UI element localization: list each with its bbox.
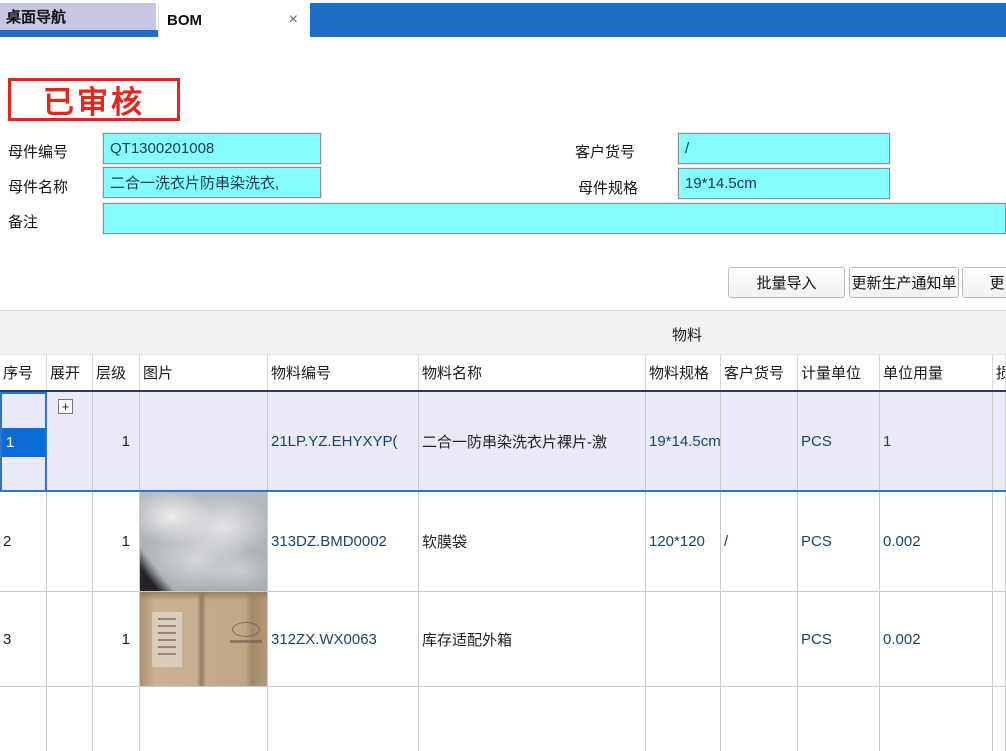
table-row: 1 + 1 21LP.YZ.EHYXYP( 二合一防串染洗衣片裸片-激 19*1… [0, 390, 1006, 492]
row2-unit-cell[interactable]: PCS [798, 492, 880, 592]
parent-name-label: 母件名称 [8, 176, 68, 197]
row3-level-cell[interactable]: 1 [93, 592, 140, 687]
row1-spec-cell[interactable]: 19*14.5cm [646, 392, 721, 490]
col-header-customer[interactable]: 客户货号 [721, 355, 798, 390]
row3-unit-cell[interactable]: PCS [798, 592, 880, 687]
tab-bom[interactable]: BOM × [158, 3, 310, 37]
col-header-spec[interactable]: 物料规格 [646, 355, 721, 390]
parent-spec-field[interactable]: 19*14.5cm [678, 168, 890, 199]
row1-image-cell[interactable] [140, 392, 268, 490]
approved-stamp: 已审核 [8, 78, 180, 121]
col-header-unit[interactable]: 计量单位 [798, 355, 880, 390]
row2-image-cell[interactable] [140, 492, 268, 592]
materials-group-header: 物料 [0, 310, 1006, 355]
row3-seq-cell[interactable]: 3 [0, 592, 47, 687]
empty-row [0, 687, 1006, 751]
row2-expand-cell[interactable] [47, 492, 93, 592]
row3-name-cell[interactable]: 库存适配外箱 [419, 592, 646, 687]
tab-desktop-navigation-label: 桌面导航 [6, 6, 66, 27]
row3-loss-cell[interactable] [993, 592, 1006, 687]
remark-field[interactable] [103, 203, 1006, 234]
row3-usage-cell[interactable]: 0.002 [880, 592, 993, 687]
close-icon[interactable]: × [289, 11, 298, 29]
row3-code-cell[interactable]: 312ZX.WX0063 [268, 592, 419, 687]
row4-expand-cell[interactable] [47, 687, 93, 751]
col-header-name[interactable]: 物料名称 [419, 355, 646, 390]
row3-expand-cell[interactable] [47, 592, 93, 687]
col-header-seq[interactable]: 序号 [0, 355, 47, 390]
customer-item-label: 客户货号 [575, 141, 635, 162]
row3-image-cell[interactable] [140, 592, 268, 687]
row3-customer-cell[interactable] [721, 592, 798, 687]
batch-import-button[interactable]: 批量导入 [728, 267, 845, 298]
row2-level-cell[interactable]: 1 [93, 492, 140, 592]
row1-seq-cell[interactable]: 1 [0, 392, 47, 490]
customer-item-field[interactable]: / [678, 133, 890, 164]
col-header-expand[interactable]: 展开 [47, 355, 93, 390]
row1-selected-seq: 1 [2, 428, 45, 457]
row2-loss-cell[interactable] [993, 492, 1006, 592]
row4-loss-cell[interactable] [993, 687, 1006, 751]
update-production-notice-button[interactable]: 更新生产通知单 [849, 267, 959, 298]
parent-code-field[interactable]: QT1300201008 [103, 133, 321, 164]
row2-seq-cell[interactable]: 2 [0, 492, 47, 592]
expand-plus-icon[interactable]: + [58, 399, 73, 414]
row4-level-cell[interactable] [93, 687, 140, 751]
col-header-level[interactable]: 层级 [93, 355, 140, 390]
row1-code-cell[interactable]: 21LP.YZ.EHYXYP( [268, 392, 419, 490]
row4-name-cell[interactable] [419, 687, 646, 751]
row4-usage-cell[interactable] [880, 687, 993, 751]
materials-grid: 物料 序号 展开 层级 图片 物料编号 物料名称 物料规格 客户货号 计量单位 … [0, 310, 1006, 751]
row2-spec-cell[interactable]: 120*120 [646, 492, 721, 592]
row2-customer-cell[interactable]: / [721, 492, 798, 592]
row1-loss-cell[interactable] [993, 392, 1006, 490]
approved-stamp-text: 已审核 [43, 77, 145, 122]
row2-name-cell[interactable]: 软膜袋 [419, 492, 646, 592]
parent-spec-label: 母件规格 [578, 177, 638, 198]
row1-usage-cell[interactable]: 1 [880, 392, 993, 490]
row4-spec-cell[interactable] [646, 687, 721, 751]
col-header-usage[interactable]: 单位用量 [880, 355, 993, 390]
row4-seq-cell[interactable] [0, 687, 47, 751]
row2-usage-cell[interactable]: 0.002 [880, 492, 993, 592]
row4-customer-cell[interactable] [721, 687, 798, 751]
col-header-image[interactable]: 图片 [140, 355, 268, 390]
tabbar-accent-fill [310, 3, 1006, 37]
row1-unit-cell[interactable]: PCS [798, 392, 880, 490]
row2-code-cell[interactable]: 313DZ.BMD0002 [268, 492, 419, 592]
row1-customer-cell[interactable] [721, 392, 798, 490]
tabbar-accent-strip [0, 30, 158, 37]
row1-level-cell[interactable]: 1 [93, 392, 140, 490]
tab-bar: 桌面导航 BOM × [0, 0, 1006, 37]
plastic-bag-image [140, 492, 267, 591]
materials-group-header-label: 物料 [672, 324, 702, 345]
row4-image-cell[interactable] [140, 687, 268, 751]
grid-header-row: 序号 展开 层级 图片 物料编号 物料名称 物料规格 客户货号 计量单位 单位用… [0, 355, 1006, 390]
row1-name-cell[interactable]: 二合一防串染洗衣片裸片-激 [419, 392, 646, 490]
carton-box-image [140, 592, 267, 686]
table-row: 2 1 313DZ.BMD0002 软膜袋 120*120 / PCS 0.00… [0, 492, 1006, 592]
row3-spec-cell[interactable] [646, 592, 721, 687]
table-row: 3 1 312ZX.WX0063 库存适配外箱 PCS 0.002 [0, 592, 1006, 687]
row4-unit-cell[interactable] [798, 687, 880, 751]
remark-label: 备注 [8, 211, 38, 232]
parent-name-field[interactable]: 二合一洗衣片防串染洗衣, [103, 167, 321, 198]
row4-code-cell[interactable] [268, 687, 419, 751]
tab-bom-label: BOM [167, 12, 202, 29]
tab-desktop-navigation[interactable]: 桌面导航 [0, 3, 156, 30]
col-header-code[interactable]: 物料编号 [268, 355, 419, 390]
col-header-loss[interactable]: 损 [993, 355, 1006, 390]
row1-expand-cell[interactable]: + [47, 392, 93, 490]
parent-code-label: 母件编号 [8, 141, 68, 162]
update-more-button[interactable]: 更 [962, 267, 1006, 298]
